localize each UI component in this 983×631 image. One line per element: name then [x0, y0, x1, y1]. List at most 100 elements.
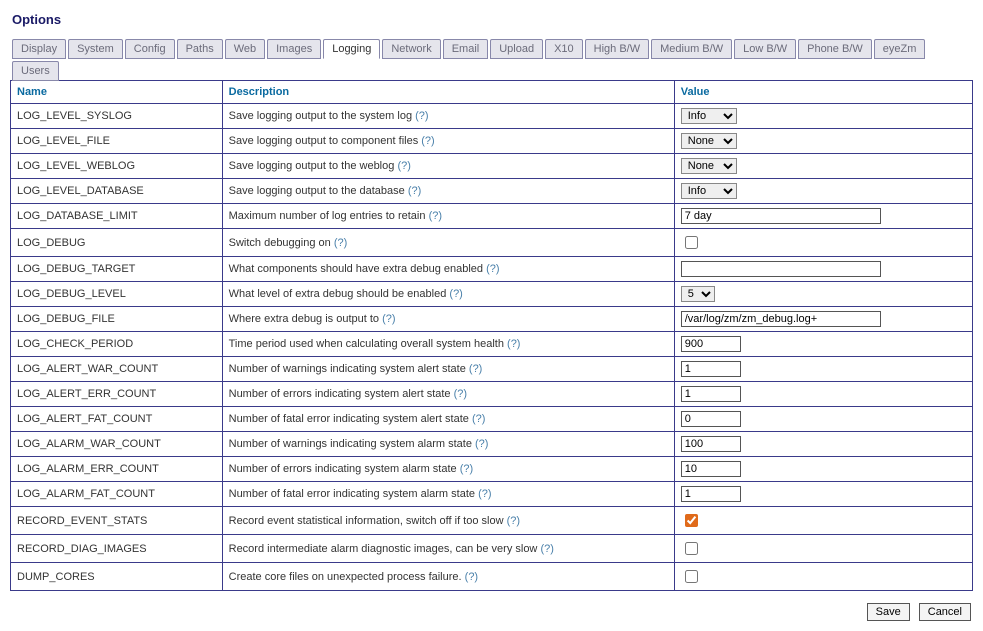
- tab-web[interactable]: Web: [225, 39, 265, 59]
- option-checkbox[interactable]: [685, 236, 698, 249]
- option-value-cell: [674, 482, 972, 507]
- option-input[interactable]: [681, 361, 741, 377]
- option-description: Number of warnings indicating system ale…: [222, 357, 674, 382]
- table-row: LOG_LEVEL_SYSLOGSave logging output to t…: [11, 104, 973, 129]
- option-input[interactable]: [681, 436, 741, 452]
- option-description: Number of fatal error indicating system …: [222, 407, 674, 432]
- option-checkbox[interactable]: [685, 542, 698, 555]
- option-name: LOG_DATABASE_LIMIT: [11, 204, 223, 229]
- option-checkbox[interactable]: [685, 514, 698, 527]
- help-icon[interactable]: (?): [472, 413, 485, 425]
- table-row: LOG_DEBUG_FILEWhere extra debug is outpu…: [11, 307, 973, 332]
- option-value-cell: None: [674, 154, 972, 179]
- option-input[interactable]: [681, 411, 741, 427]
- col-header-value: Value: [674, 81, 972, 104]
- option-name: LOG_ALERT_FAT_COUNT: [11, 407, 223, 432]
- option-value-cell: [674, 382, 972, 407]
- option-description-text: Save logging output to component files: [229, 135, 419, 147]
- option-input[interactable]: [681, 261, 881, 277]
- option-select[interactable]: 5: [681, 286, 715, 302]
- option-value-cell: [674, 563, 972, 591]
- help-icon[interactable]: (?): [465, 571, 478, 583]
- help-icon[interactable]: (?): [334, 237, 347, 249]
- option-description: Number of errors indicating system alarm…: [222, 457, 674, 482]
- help-icon[interactable]: (?): [415, 110, 428, 122]
- option-description-text: Maximum number of log entries to retain: [229, 210, 426, 222]
- help-icon[interactable]: (?): [507, 338, 520, 350]
- option-description: Save logging output to the system log (?…: [222, 104, 674, 129]
- option-description-text: Switch debugging on: [229, 237, 331, 249]
- options-table: Name Description Value LOG_LEVEL_SYSLOGS…: [10, 80, 973, 591]
- option-select[interactable]: Info: [681, 108, 737, 124]
- page-title: Options: [12, 12, 973, 27]
- option-value-cell: [674, 257, 972, 282]
- table-row: LOG_LEVEL_WEBLOGSave logging output to t…: [11, 154, 973, 179]
- tab-eyezm[interactable]: eyeZm: [874, 39, 926, 59]
- option-name: LOG_LEVEL_WEBLOG: [11, 154, 223, 179]
- tab-logging[interactable]: Logging: [323, 39, 380, 59]
- option-description-text: Number of errors indicating system alarm…: [229, 463, 457, 475]
- option-input[interactable]: [681, 486, 741, 502]
- option-checkbox[interactable]: [685, 570, 698, 583]
- help-icon[interactable]: (?): [429, 210, 442, 222]
- option-name: LOG_DEBUG_LEVEL: [11, 282, 223, 307]
- option-description: Where extra debug is output to (?): [222, 307, 674, 332]
- table-row: LOG_CHECK_PERIODTime period used when ca…: [11, 332, 973, 357]
- tab-system[interactable]: System: [68, 39, 123, 59]
- option-description: Create core files on unexpected process …: [222, 563, 674, 591]
- option-description: What components should have extra debug …: [222, 257, 674, 282]
- help-icon[interactable]: (?): [460, 463, 473, 475]
- cancel-button[interactable]: Cancel: [919, 603, 971, 621]
- help-icon[interactable]: (?): [408, 185, 421, 197]
- tab-images[interactable]: Images: [267, 39, 321, 59]
- help-icon[interactable]: (?): [382, 313, 395, 325]
- tab-email[interactable]: Email: [443, 39, 489, 59]
- tab-low-b-w[interactable]: Low B/W: [734, 39, 796, 59]
- option-description: Switch debugging on (?): [222, 229, 674, 257]
- tab-upload[interactable]: Upload: [490, 39, 543, 59]
- option-input[interactable]: [681, 336, 741, 352]
- option-select[interactable]: Info: [681, 183, 737, 199]
- table-row: LOG_ALARM_WAR_COUNTNumber of warnings in…: [11, 432, 973, 457]
- option-description: Save logging output to the weblog (?): [222, 154, 674, 179]
- option-name: LOG_DEBUG: [11, 229, 223, 257]
- help-icon[interactable]: (?): [475, 438, 488, 450]
- table-row: LOG_DATABASE_LIMITMaximum number of log …: [11, 204, 973, 229]
- option-description-text: Save logging output to the weblog: [229, 160, 395, 172]
- tab-paths[interactable]: Paths: [177, 39, 223, 59]
- option-value-cell: [674, 204, 972, 229]
- option-description: Maximum number of log entries to retain …: [222, 204, 674, 229]
- option-select[interactable]: None: [681, 158, 737, 174]
- help-icon[interactable]: (?): [486, 263, 499, 275]
- option-input[interactable]: [681, 208, 881, 224]
- tab-display[interactable]: Display: [12, 39, 66, 59]
- tab-phone-b-w[interactable]: Phone B/W: [798, 39, 872, 59]
- help-icon[interactable]: (?): [540, 543, 553, 555]
- help-icon[interactable]: (?): [449, 288, 462, 300]
- col-header-name: Name: [11, 81, 223, 104]
- option-description-text: Save logging output to the database: [229, 185, 405, 197]
- tab-x10[interactable]: X10: [545, 39, 583, 59]
- option-name: LOG_DEBUG_FILE: [11, 307, 223, 332]
- option-input[interactable]: [681, 386, 741, 402]
- tab-config[interactable]: Config: [125, 39, 175, 59]
- help-icon[interactable]: (?): [397, 160, 410, 172]
- help-icon[interactable]: (?): [478, 488, 491, 500]
- option-input[interactable]: [681, 461, 741, 477]
- option-description-text: Number of warnings indicating system ala…: [229, 438, 472, 450]
- option-name: LOG_ALERT_WAR_COUNT: [11, 357, 223, 382]
- option-select[interactable]: None: [681, 133, 737, 149]
- help-icon[interactable]: (?): [469, 363, 482, 375]
- save-button[interactable]: Save: [867, 603, 910, 621]
- tab-high-b-w[interactable]: High B/W: [585, 39, 649, 59]
- option-name: DUMP_CORES: [11, 563, 223, 591]
- tab-medium-b-w[interactable]: Medium B/W: [651, 39, 732, 59]
- tab-network[interactable]: Network: [382, 39, 440, 59]
- help-icon[interactable]: (?): [421, 135, 434, 147]
- help-icon[interactable]: (?): [454, 388, 467, 400]
- help-icon[interactable]: (?): [507, 515, 520, 527]
- option-value-cell: 5: [674, 282, 972, 307]
- option-input[interactable]: [681, 311, 881, 327]
- option-description: Save logging output to component files (…: [222, 129, 674, 154]
- tab-users[interactable]: Users: [12, 61, 59, 81]
